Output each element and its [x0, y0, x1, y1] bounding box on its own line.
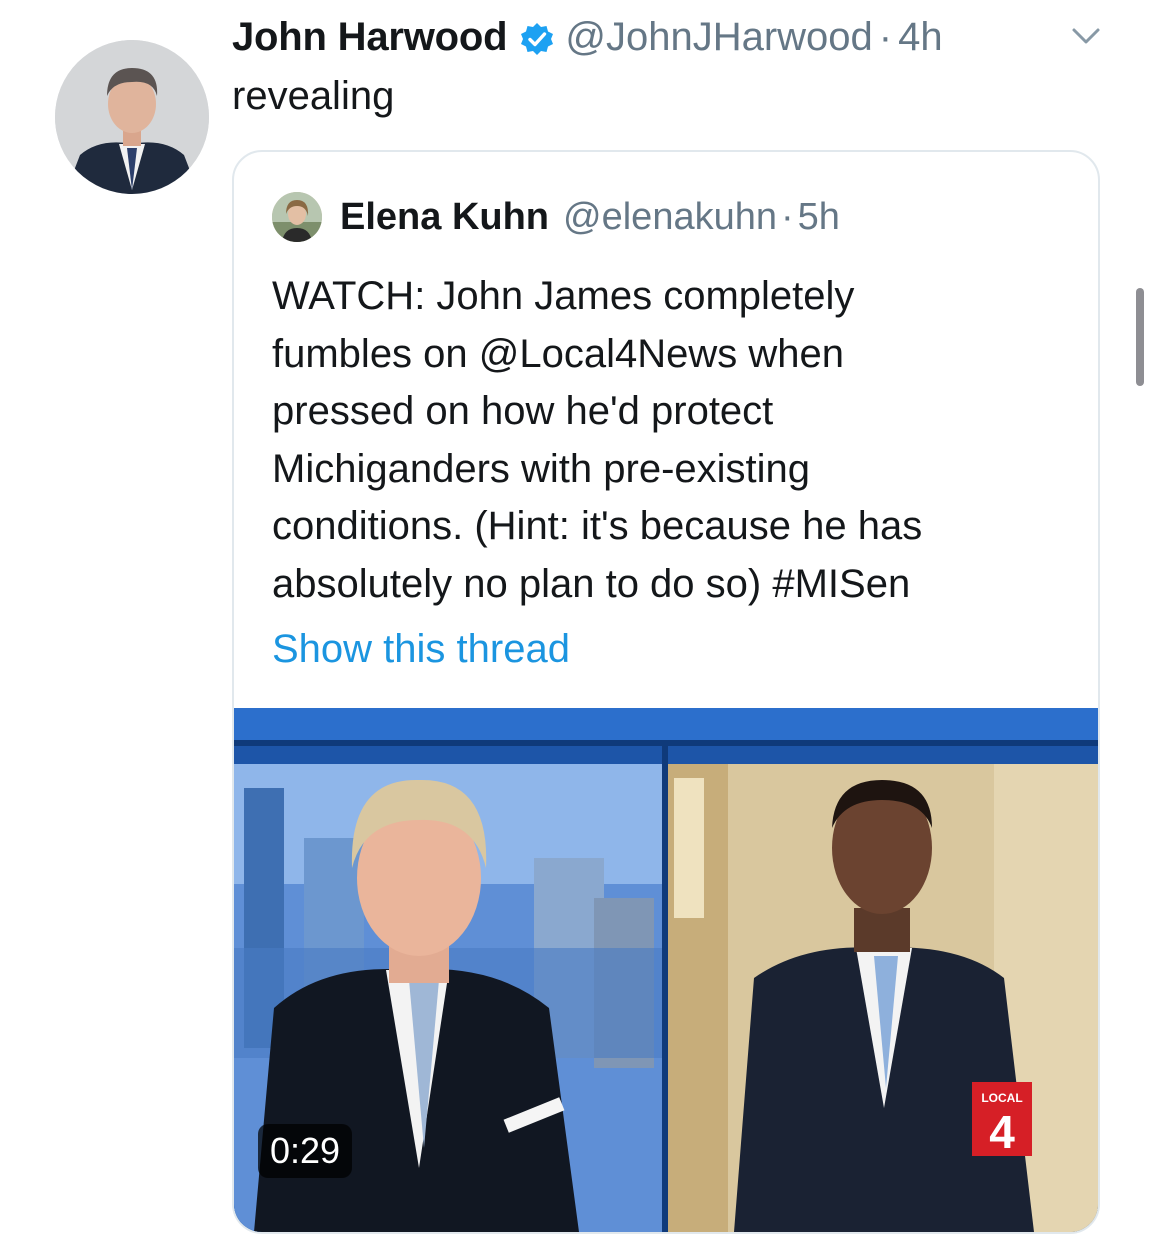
tweet-header: John Harwood @JohnJHarwood · 4h: [232, 12, 943, 62]
quoted-text-line: absolutely no plan to do so) #MISen: [272, 561, 911, 606]
video-thumbnail: LOCAL 4: [234, 708, 1098, 1232]
quoted-text-line: Michiganders with pre-existing: [272, 446, 811, 491]
video-player[interactable]: LOCAL 4: [234, 708, 1098, 1232]
quoted-author-handle[interactable]: @elenakuhn: [563, 196, 777, 239]
author-avatar-image: [55, 40, 209, 194]
tweet-timestamp[interactable]: 4h: [898, 12, 943, 62]
quoted-tweet-card[interactable]: Elena Kuhn @elenakuhn · 5h WATCH: John J…: [232, 150, 1100, 1234]
show-this-thread-link[interactable]: Show this thread: [272, 624, 570, 674]
station-logo-number: 4: [989, 1106, 1015, 1158]
quoted-text-line: pressed on how he'd protect: [272, 389, 774, 433]
tweet-text: revealing: [232, 74, 395, 118]
quoted-text-line: fumbles on @Local4News when: [272, 331, 845, 376]
scrollbar[interactable]: [1136, 288, 1144, 386]
author-name[interactable]: John Harwood: [232, 12, 508, 62]
station-logo-text: LOCAL: [981, 1091, 1022, 1105]
verified-badge-icon: [519, 19, 555, 55]
quoted-tweet-header: Elena Kuhn @elenakuhn · 5h: [272, 192, 840, 242]
author-handle[interactable]: @JohnJHarwood: [565, 12, 872, 62]
video-duration-badge: 0:29: [258, 1124, 353, 1178]
chevron-down-icon[interactable]: [1068, 22, 1104, 50]
quoted-tweet-text: WATCH: John James completely fumbles on …: [272, 268, 1072, 613]
quoted-text-line: conditions. (Hint: it's because he has: [272, 504, 923, 548]
quoted-text-line: WATCH: John James completely: [272, 274, 855, 318]
quoted-author-name[interactable]: Elena Kuhn: [340, 196, 549, 239]
separator-dot: ·: [878, 15, 893, 59]
quoted-tweet-timestamp[interactable]: 5h: [798, 196, 840, 239]
author-avatar[interactable]: [55, 40, 209, 194]
quoted-separator-dot: ·: [781, 195, 794, 238]
quoted-author-avatar: [272, 192, 322, 242]
